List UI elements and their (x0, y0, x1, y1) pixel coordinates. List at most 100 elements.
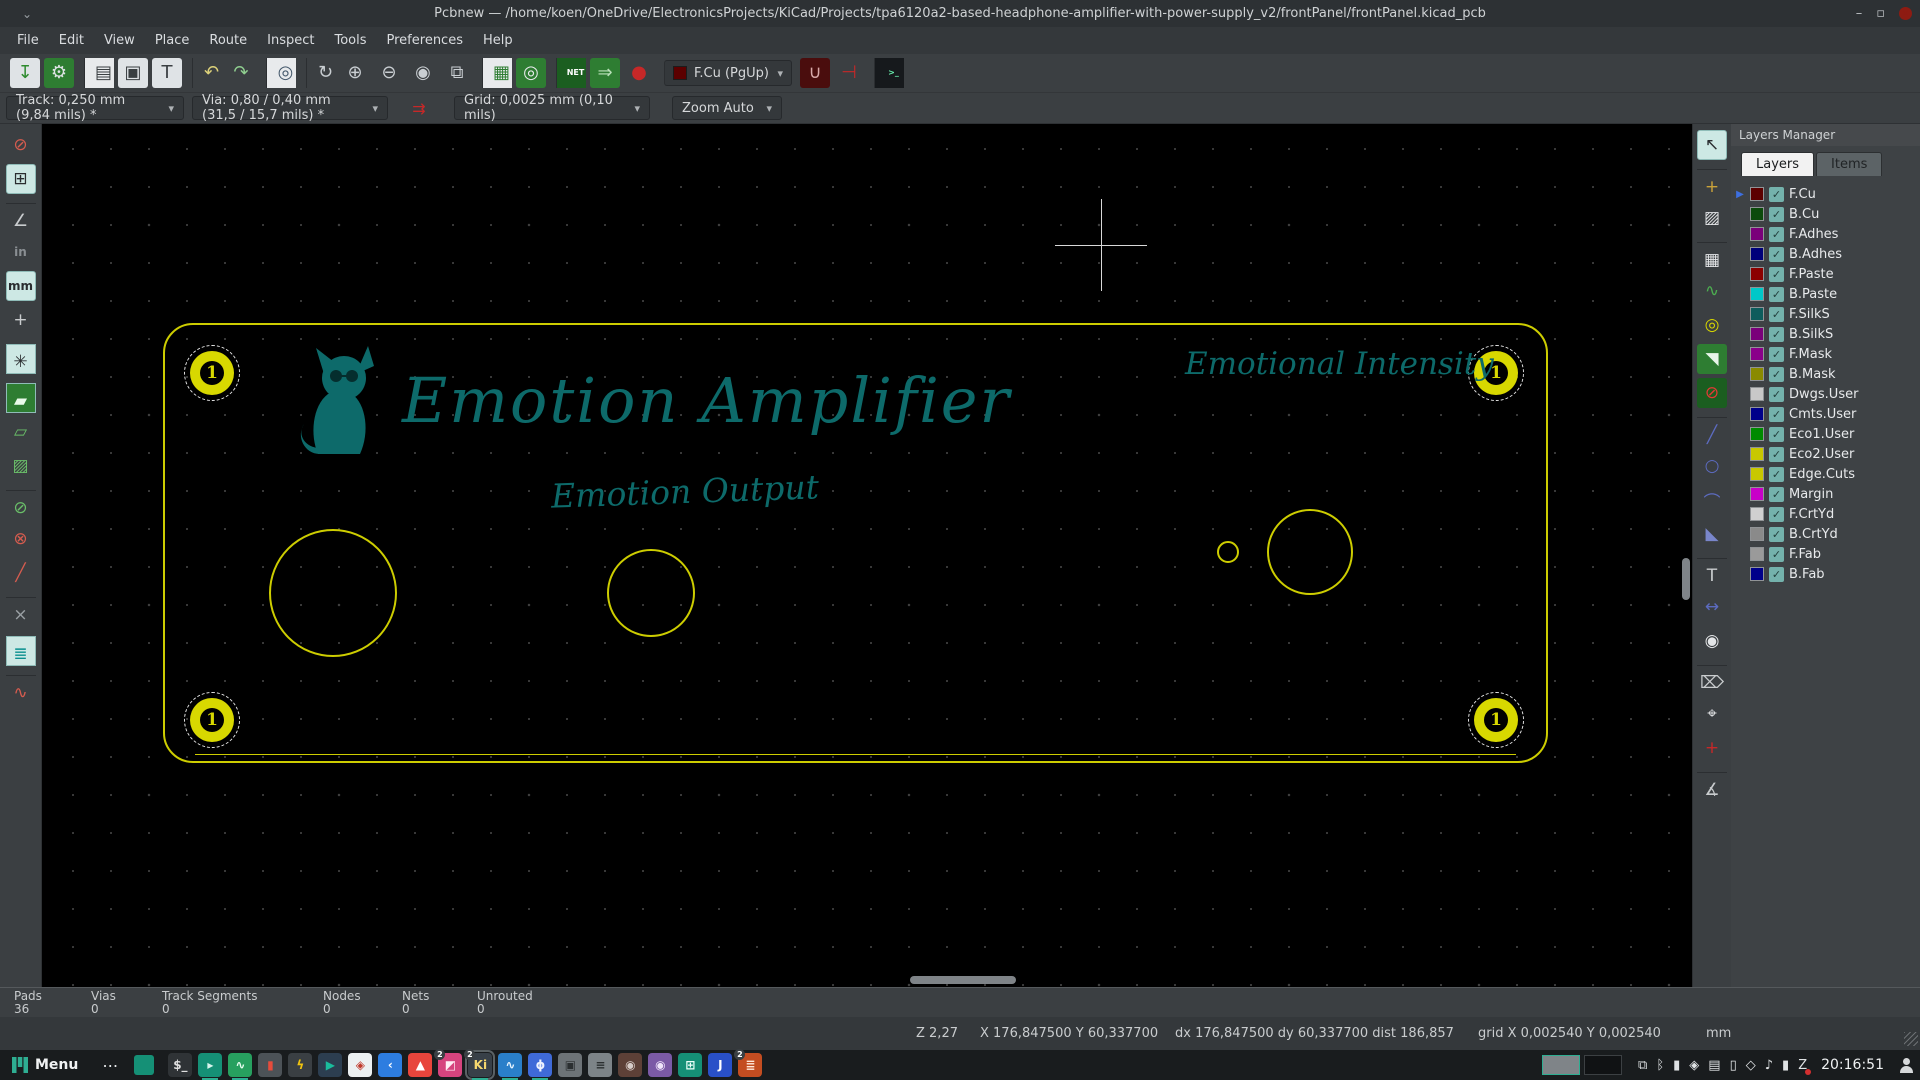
refresh-button[interactable]: ↻ (306, 58, 336, 88)
delete-tool[interactable]: ⌦ (1697, 665, 1727, 695)
downloader-app[interactable]: J (708, 1053, 732, 1077)
log-viewer-app[interactable]: ≣ 2 (738, 1053, 762, 1077)
cutout-circle-small-right[interactable] (1217, 541, 1239, 563)
system-monitor-app[interactable]: ∿ (228, 1053, 252, 1077)
layer-color-swatch[interactable] (1750, 567, 1764, 581)
window-switcher-icon[interactable]: ⧉ (1638, 1058, 1647, 1073)
cutout-circle-center[interactable] (607, 549, 695, 637)
silk-text-emotional-intensity[interactable]: Emotional Intensity (1185, 346, 1494, 382)
drc-button[interactable]: ● (624, 58, 654, 88)
layer-visibility-checkbox[interactable]: ✓ (1769, 207, 1784, 222)
add-dimension-tool[interactable]: ↔ (1697, 592, 1727, 622)
mounting-hole-top-left[interactable]: 1 (184, 345, 240, 401)
measure-tool[interactable]: ∡ (1697, 772, 1727, 802)
layer-visibility-checkbox[interactable]: ✓ (1769, 327, 1784, 342)
layers-manager-tab[interactable]: Items (1816, 152, 1882, 176)
layer-color-swatch[interactable] (1750, 307, 1764, 321)
layer-color-swatch[interactable] (1750, 407, 1764, 421)
minimize-button[interactable]: – (1856, 6, 1863, 21)
notes-app[interactable]: ≡ (588, 1053, 612, 1077)
sensors-icon[interactable]: ▮ (1673, 1058, 1680, 1073)
layer-visibility-checkbox[interactable]: ✓ (1769, 307, 1784, 322)
layer-row[interactable]: ▶ ✓ F.Fab (1735, 544, 1920, 564)
grid-origin-tool[interactable]: + (1697, 733, 1727, 763)
cutout-circle-right[interactable] (1267, 509, 1353, 595)
microwave-tools-button[interactable]: ∿ (6, 675, 36, 705)
local-ratsnest-tool[interactable]: + (1697, 169, 1727, 199)
layer-visibility-checkbox[interactable]: ✓ (1769, 247, 1784, 262)
layer-row[interactable]: ▶ ✓ Margin (1735, 484, 1920, 504)
layers-manager-toggle[interactable]: ≣ (6, 636, 36, 666)
clipboard-manager-icon[interactable]: ▤ (1708, 1058, 1720, 1073)
layer-row[interactable]: ▶ ✓ B.Cu (1735, 204, 1920, 224)
add-keepout-tool[interactable]: ⊘ (1697, 378, 1727, 408)
layer-row[interactable]: ▶ ✓ Eco2.User (1735, 444, 1920, 464)
layer-color-swatch[interactable] (1750, 387, 1764, 401)
menu-item[interactable]: Place (146, 30, 199, 51)
layer-row[interactable]: ▶ ✓ Edge.Cuts (1735, 464, 1920, 484)
units-inch-toggle[interactable]: in (6, 237, 36, 267)
layers-manager-tab[interactable]: Layers (1741, 152, 1814, 176)
layer-visibility-checkbox[interactable]: ✓ (1769, 267, 1784, 282)
vertical-scrollbar[interactable] (1682, 558, 1690, 600)
grid-size-dropdown[interactable]: Grid: 0,0025 mm (0,10 mils) ▾ (454, 96, 650, 120)
via-size-dropdown[interactable]: Via: 0,80 / 0,40 mm (31,5 / 15,7 mils) *… (192, 96, 388, 120)
layer-visibility-checkbox[interactable]: ✓ (1769, 347, 1784, 362)
cat-logo-silkscreen[interactable] (294, 336, 394, 461)
vscode-app[interactable]: ‹ (378, 1053, 402, 1077)
layer-visibility-checkbox[interactable]: ✓ (1769, 387, 1784, 402)
select-tool[interactable]: ↖ (1697, 130, 1727, 160)
layer-row[interactable]: ▶ ✓ B.Fab (1735, 564, 1920, 584)
layer-row[interactable]: ▶ ✓ F.Adhes (1735, 224, 1920, 244)
vpn-icon[interactable]: ◇ (1746, 1058, 1756, 1073)
media-player-app[interactable]: ◉ (648, 1053, 672, 1077)
file-manager-app[interactable]: ▸ (198, 1053, 222, 1077)
layer-visibility-checkbox[interactable]: ✓ (1769, 467, 1784, 482)
layer-row[interactable]: ▶ ✓ Cmts.User (1735, 404, 1920, 424)
add-text-tool[interactable]: T (1697, 558, 1727, 588)
menu-item[interactable]: View (95, 30, 144, 51)
find-button[interactable]: ◎ (266, 58, 296, 88)
layer-visibility-checkbox[interactable]: ✓ (1769, 287, 1784, 302)
mounting-hole-bottom-left[interactable]: 1 (184, 692, 240, 748)
maximize-button[interactable]: ▫ (1876, 6, 1885, 21)
silk-text-title[interactable]: Emotion Amplifier (402, 364, 1011, 437)
menu-item[interactable]: Route (200, 30, 256, 51)
image-viewer-app[interactable]: ◩ 2 (438, 1053, 462, 1077)
layer-color-swatch[interactable] (1750, 427, 1764, 441)
send-tool-app[interactable]: ▶ (318, 1053, 342, 1077)
layer-color-swatch[interactable] (1750, 267, 1764, 281)
ratsnest-visibility-toggle[interactable]: ✳ (6, 344, 36, 374)
scripting-console-button[interactable]: >_ (874, 58, 904, 88)
bluetooth-icon[interactable]: ᛒ (1656, 1058, 1664, 1073)
footprint-editor-button[interactable]: ▦ (482, 58, 512, 88)
layer-color-swatch[interactable] (1750, 247, 1764, 261)
layer-color-swatch[interactable] (1750, 447, 1764, 461)
menu-item[interactable]: Help (474, 30, 522, 51)
add-graphic-arc-tool[interactable]: ⌒ (1697, 485, 1727, 515)
brave-browser-app[interactable]: ▲ (408, 1053, 432, 1077)
zone-hide-toggle[interactable]: ⊘ (6, 490, 36, 520)
clock[interactable]: 20:16:51 (1821, 1057, 1884, 1073)
add-graphic-line-tool[interactable]: ╱ (1697, 417, 1727, 447)
add-via-tool[interactable]: ◎ (1697, 310, 1727, 340)
layer-color-swatch[interactable] (1750, 527, 1764, 541)
circuit-tool-app[interactable]: ◈ (348, 1053, 372, 1077)
layer-row[interactable]: ▶ ✓ B.CrtYd (1735, 524, 1920, 544)
security-shield-icon[interactable]: ◈ (1689, 1058, 1699, 1073)
layer-visibility-checkbox[interactable]: ✓ (1769, 447, 1784, 462)
start-menu-button[interactable]: Menu (6, 1055, 88, 1075)
layer-color-swatch[interactable] (1750, 287, 1764, 301)
layer-visibility-checkbox[interactable]: ✓ (1769, 547, 1784, 562)
add-target-tool[interactable]: ◉ (1697, 626, 1727, 656)
show-desktop-icon[interactable] (134, 1055, 154, 1075)
page-settings-button[interactable]: ▤ (84, 58, 114, 88)
zone-hatch-mode-toggle[interactable]: ▨ (6, 451, 36, 481)
user-session-icon[interactable] (1898, 1057, 1914, 1073)
board-setup-button[interactable]: ⚙ (44, 58, 74, 88)
layer-color-swatch[interactable] (1750, 507, 1764, 521)
zone-outline-mode-toggle[interactable]: ▱ (6, 417, 36, 447)
units-mm-toggle[interactable]: mm (6, 271, 36, 301)
layer-row[interactable]: ▶ ✓ B.SilkS (1735, 324, 1920, 344)
layer-visibility-checkbox[interactable]: ✓ (1769, 487, 1784, 502)
